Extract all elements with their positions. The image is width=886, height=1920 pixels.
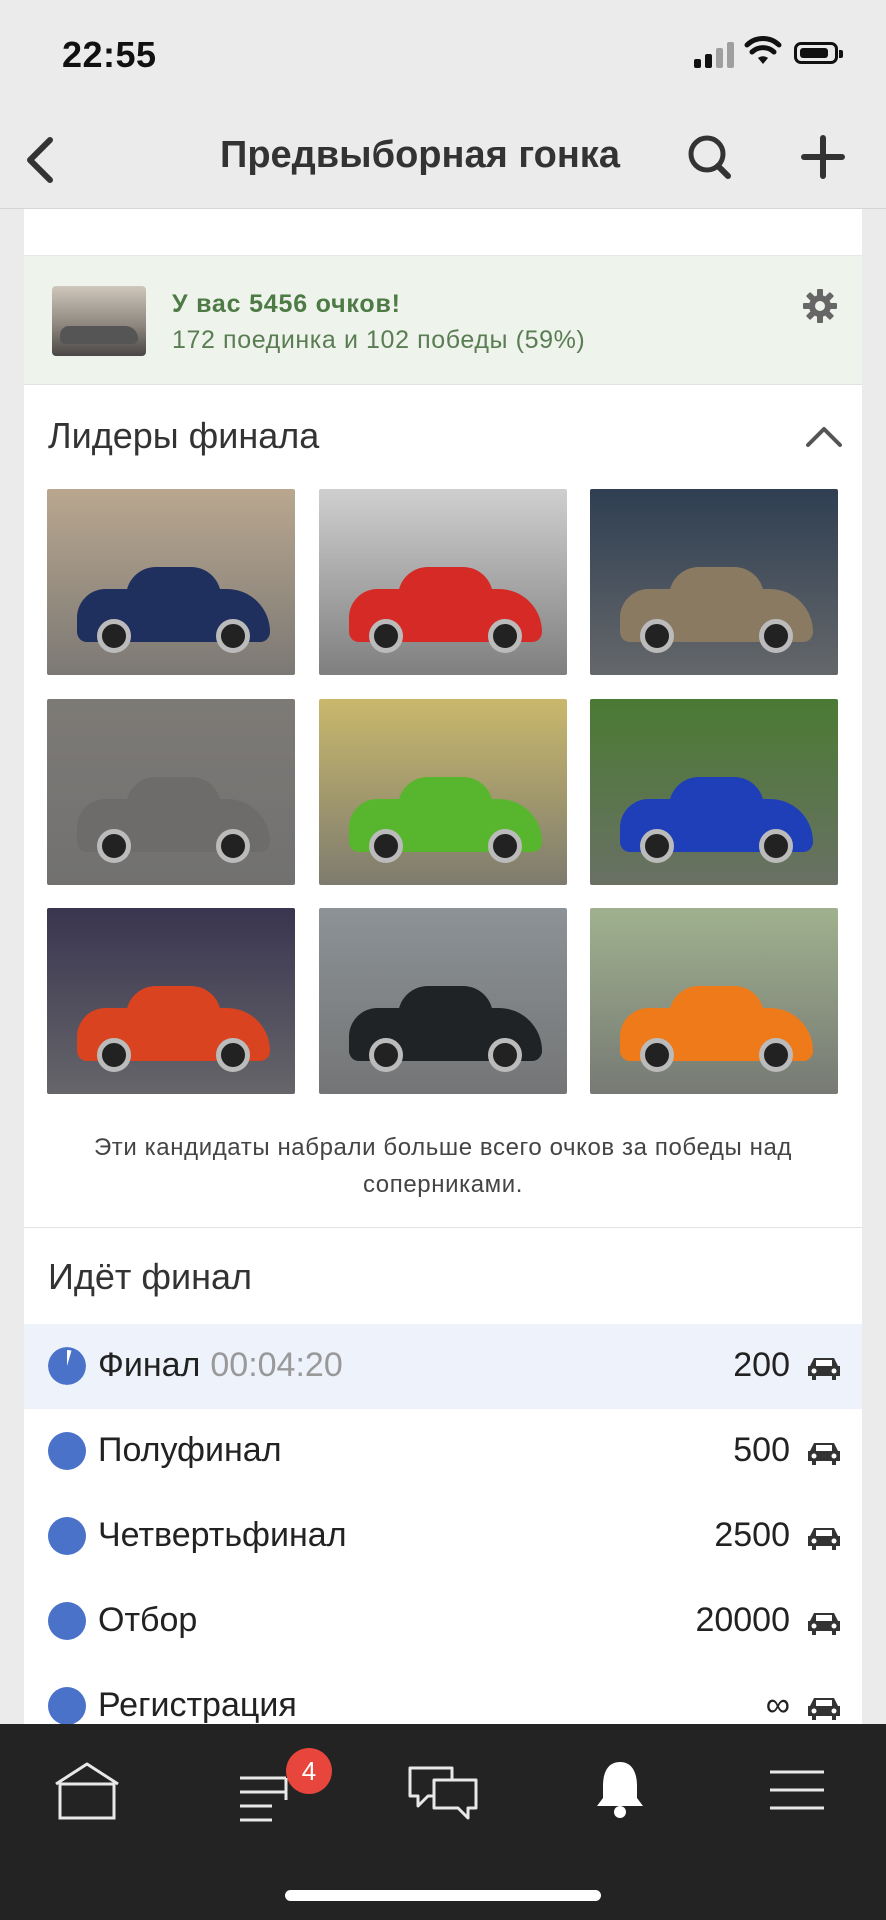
search-icon[interactable]	[683, 128, 735, 188]
round-value: 20000	[695, 1601, 790, 1639]
car-icon	[808, 1358, 840, 1380]
round-name: Финал 00:04:20	[98, 1346, 343, 1384]
status-dot-icon	[48, 1432, 86, 1470]
navigation-bar: Предвыборная гонка	[0, 110, 886, 209]
leaders-grid	[24, 489, 862, 1109]
points-headline: У вас 5456 очков!	[172, 290, 401, 318]
leaders-caption: Эти кандидаты набрали больше всего очков…	[24, 1109, 862, 1228]
car-icon	[808, 1613, 840, 1635]
notification-badge: 4	[286, 1748, 332, 1794]
final-header: Идёт финал	[24, 1228, 862, 1324]
round-row-qualification[interactable]: Отбор 20000	[24, 1579, 862, 1664]
leader-photo[interactable]	[47, 489, 295, 675]
status-time: 22:55	[62, 34, 157, 75]
leader-photo[interactable]	[319, 699, 567, 885]
round-value: 2500	[714, 1516, 790, 1554]
car-icon	[808, 1698, 840, 1720]
wifi-icon	[744, 36, 782, 64]
back-chevron-icon[interactable]	[18, 132, 68, 188]
points-stats: 172 поединка и 102 победы (59%)	[172, 326, 586, 354]
final-title: Идёт финал	[48, 1256, 253, 1297]
leader-photo[interactable]	[590, 908, 838, 1094]
status-dot-icon	[48, 1602, 86, 1640]
round-name: Регистрация	[98, 1686, 297, 1724]
leader-photo[interactable]	[590, 489, 838, 675]
home-indicator[interactable]	[285, 1890, 601, 1901]
round-row-quarterfinal[interactable]: Четвертьфинал 2500	[24, 1494, 862, 1579]
add-icon[interactable]	[798, 128, 848, 188]
leader-photo[interactable]	[47, 908, 295, 1094]
truncated-text-strip	[24, 209, 862, 256]
round-timer: 00:04:20	[210, 1346, 343, 1384]
battery-icon	[794, 42, 843, 64]
status-bar: 22:55	[0, 0, 886, 110]
round-value: 200	[733, 1346, 790, 1384]
status-dot-icon	[48, 1517, 86, 1555]
content-card: У вас 5456 очков! 172 поединка и 102 поб…	[24, 209, 862, 1724]
my-car-thumbnail[interactable]	[52, 286, 146, 356]
leader-photo[interactable]	[319, 489, 567, 675]
notifications-bell-icon[interactable]	[575, 1754, 665, 1824]
car-icon	[808, 1443, 840, 1465]
leader-photo[interactable]	[47, 699, 295, 885]
points-banner: У вас 5456 очков! 172 поединка и 102 поб…	[24, 256, 862, 385]
round-row-registration[interactable]: Регистрация ∞	[24, 1664, 862, 1724]
home-icon[interactable]	[42, 1754, 132, 1824]
status-dot-icon	[48, 1687, 86, 1724]
leaders-header[interactable]: Лидеры финала	[24, 385, 862, 489]
menu-icon[interactable]	[752, 1754, 842, 1824]
round-row-final[interactable]: Финал 00:04:20 200	[24, 1324, 862, 1409]
round-name: Полуфинал	[98, 1431, 282, 1469]
round-name: Отбор	[98, 1601, 198, 1639]
chevron-up-icon[interactable]	[804, 423, 844, 451]
round-name: Четвертьфинал	[98, 1516, 347, 1554]
cellular-signal-icon	[694, 42, 736, 68]
leader-photo[interactable]	[319, 908, 567, 1094]
progress-pie-icon	[48, 1347, 86, 1385]
gear-icon[interactable]	[802, 288, 838, 324]
round-row-semifinal[interactable]: Полуфинал 500	[24, 1409, 862, 1494]
round-value: ∞	[765, 1686, 790, 1724]
messages-icon[interactable]	[398, 1754, 488, 1824]
leader-photo[interactable]	[590, 699, 838, 885]
leaders-title: Лидеры финала	[48, 415, 320, 456]
page-title: Предвыборная гонка	[220, 134, 620, 176]
car-icon	[808, 1528, 840, 1550]
round-value: 500	[733, 1431, 790, 1469]
